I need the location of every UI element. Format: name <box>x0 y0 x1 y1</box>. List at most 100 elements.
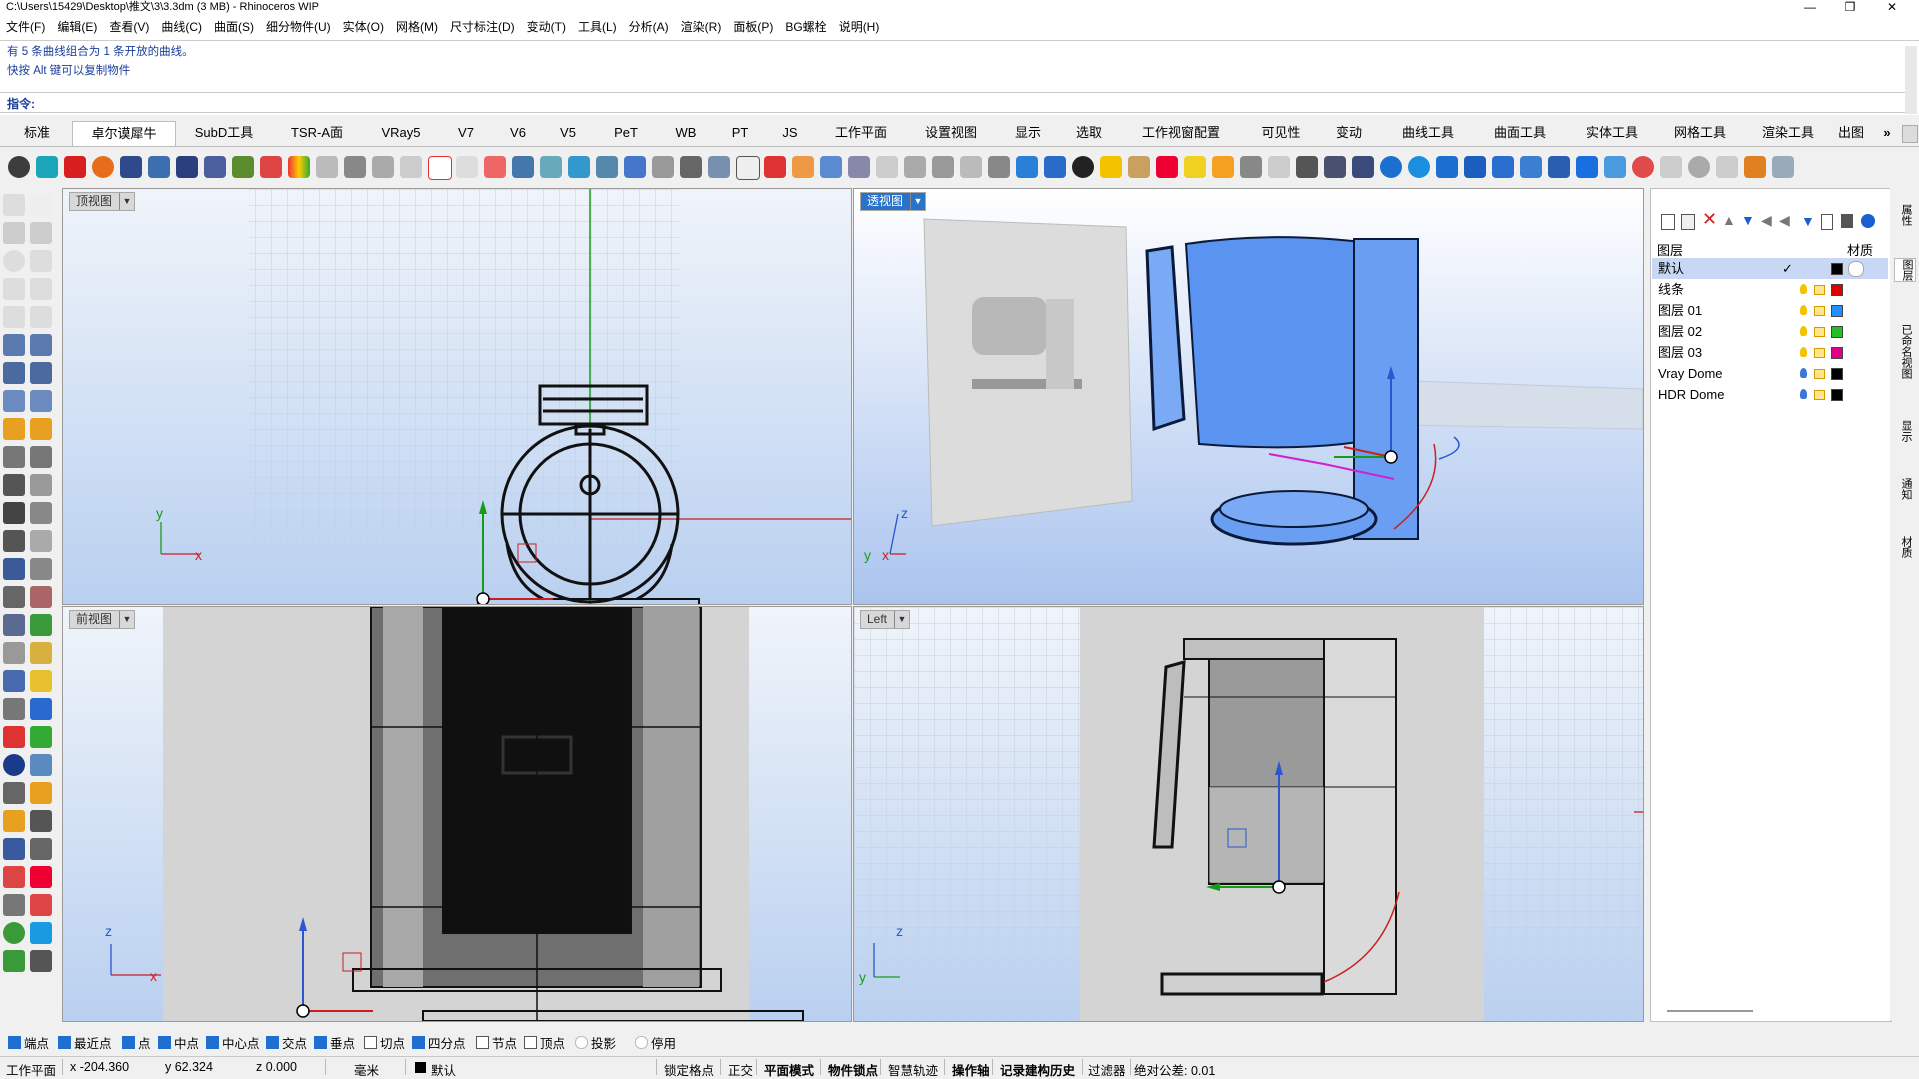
history-toggle[interactable]: 记录建构历史 <box>1000 1060 1075 1079</box>
menu-surface[interactable]: 曲面(S) <box>208 14 260 40</box>
menu-render[interactable]: 渲染(R) <box>675 14 728 40</box>
layer-color-swatch[interactable] <box>1831 368 1843 380</box>
boundary-icon[interactable] <box>792 156 814 178</box>
tab-solid-tools[interactable]: 实体工具 <box>1572 121 1652 145</box>
spiral-tool-icon[interactable] <box>30 950 52 972</box>
lock-icon[interactable] <box>1814 369 1825 379</box>
arc-icon[interactable] <box>1268 156 1290 178</box>
tree-icon[interactable] <box>1296 156 1318 178</box>
wrench-icon[interactable] <box>1772 156 1794 178</box>
hatch-icon[interactable] <box>988 156 1010 178</box>
list-icon[interactable] <box>1576 156 1598 178</box>
rotate-icon[interactable] <box>512 156 534 178</box>
page-icon[interactable] <box>1821 214 1833 230</box>
fillet-icon[interactable] <box>932 156 954 178</box>
blue-tool-icon[interactable] <box>1016 156 1038 178</box>
block-icon[interactable] <box>3 558 25 580</box>
menu-transform[interactable]: 变动(T) <box>521 14 572 40</box>
osnap-near[interactable]: 最近点 <box>58 1036 112 1051</box>
menu-file[interactable]: 文件(F) <box>0 14 51 40</box>
maximize-button[interactable]: ❐ <box>1830 0 1870 14</box>
menu-view[interactable]: 查看(V) <box>103 14 155 40</box>
side-tab-display[interactable]: 显示 <box>1894 420 1914 442</box>
circle-icon[interactable] <box>456 156 478 178</box>
tab-wb[interactable]: WB <box>656 121 716 145</box>
light-bulb-icon[interactable] <box>1800 347 1807 357</box>
move-arrows-icon[interactable] <box>3 726 25 748</box>
select-arrow-icon[interactable] <box>3 194 25 216</box>
text-object-icon[interactable] <box>3 530 25 552</box>
globe-icon[interactable] <box>3 754 25 776</box>
filter-icon[interactable]: ▼ <box>1801 213 1815 229</box>
gear-icon[interactable] <box>1902 125 1918 143</box>
chevron-down-icon[interactable]: ▼ <box>119 193 134 210</box>
help-icon[interactable] <box>1861 214 1875 228</box>
tab-visibility[interactable]: 可见性 <box>1248 121 1314 145</box>
tab-tsr-a[interactable]: TSR-A面 <box>272 121 362 145</box>
frame-icon[interactable] <box>400 156 422 178</box>
tools-icon[interactable] <box>1841 214 1853 228</box>
cut-icon[interactable] <box>3 782 25 804</box>
minimize-button[interactable]: — <box>1790 0 1830 14</box>
chevron-down-icon[interactable]: ▼ <box>910 193 925 210</box>
copy-icon[interactable] <box>30 558 52 580</box>
rainbow-icon[interactable] <box>288 156 310 178</box>
viewport-top[interactable]: x y 顶视图 ▼ <box>62 188 852 605</box>
nurbs-icon[interactable] <box>1044 156 1066 178</box>
move-out-icon[interactable]: ◀ <box>1761 212 1772 229</box>
scale-icon[interactable] <box>3 614 25 636</box>
checkbox[interactable] <box>266 1036 279 1049</box>
smarttrack-toggle[interactable]: 智慧轨迹 <box>888 1060 938 1079</box>
save-icon[interactable] <box>30 810 52 832</box>
arc-icon[interactable] <box>3 306 25 328</box>
target-icon[interactable] <box>484 156 506 178</box>
checkbox[interactable] <box>575 1036 588 1049</box>
tab-mesh-tools[interactable]: 网格工具 <box>1660 121 1740 145</box>
diamond-icon[interactable] <box>204 156 226 178</box>
menu-solid[interactable]: 实体(O) <box>337 14 390 40</box>
material-swatch[interactable] <box>1848 261 1864 277</box>
layer-color-swatch[interactable] <box>1831 326 1843 338</box>
grid-array-icon[interactable] <box>3 586 25 608</box>
array-icon[interactable] <box>30 530 52 552</box>
folder-icon[interactable] <box>1212 156 1234 178</box>
spline-icon[interactable] <box>904 156 926 178</box>
surface-icon[interactable] <box>3 334 25 356</box>
shape-icon[interactable] <box>708 156 730 178</box>
trim-icon[interactable] <box>3 446 25 468</box>
osnap-point[interactable]: 点 <box>122 1036 151 1051</box>
gumball-toggle[interactable]: 操作轴 <box>952 1060 990 1079</box>
osnap-perp[interactable]: 垂点 <box>314 1036 355 1051</box>
mesh-icon[interactable] <box>344 156 366 178</box>
osnap-disable[interactable]: 停用 <box>635 1036 676 1051</box>
delete-layer-icon[interactable]: ✕ <box>1702 209 1717 230</box>
viewport-left[interactable]: y z Left ▼ <box>853 606 1644 1022</box>
brush-icon[interactable] <box>876 156 898 178</box>
red-box-icon[interactable] <box>64 156 86 178</box>
checkbox[interactable] <box>158 1036 171 1049</box>
chair-icon[interactable] <box>148 156 170 178</box>
tab-display[interactable]: 显示 <box>998 121 1058 145</box>
texture-icon[interactable] <box>232 156 254 178</box>
box-solid-icon[interactable] <box>3 362 25 384</box>
array-icon[interactable] <box>680 156 702 178</box>
maple-leaf-icon[interactable] <box>1744 156 1766 178</box>
osnap-end[interactable]: 端点 <box>8 1036 49 1051</box>
checkbox[interactable] <box>8 1036 21 1049</box>
ellipse-icon[interactable] <box>30 250 52 272</box>
layer-row[interactable]: 图层 03 <box>1652 342 1888 363</box>
tab-v5[interactable]: V5 <box>544 121 592 145</box>
menu-tools[interactable]: 工具(L) <box>572 14 623 40</box>
close-button[interactable]: ✕ <box>1872 0 1912 14</box>
viewport-perspective[interactable]: x y z 透视图 ▼ <box>853 188 1644 605</box>
move-in-icon[interactable]: ◀ <box>1779 212 1790 229</box>
viewport-label-front[interactable]: 前视图 ▼ <box>69 610 136 629</box>
units-indicator[interactable]: 毫米 <box>354 1060 379 1079</box>
shell-icon[interactable] <box>3 642 25 664</box>
loft-icon[interactable] <box>30 334 52 356</box>
menu-subd[interactable]: 细分物件(U) <box>260 14 337 40</box>
menu-edit[interactable]: 编辑(E) <box>51 14 103 40</box>
osnap-tangent[interactable]: 切点 <box>364 1036 405 1051</box>
flatten-icon[interactable] <box>820 156 842 178</box>
current-layer-check[interactable]: ✓ <box>1782 258 1793 279</box>
